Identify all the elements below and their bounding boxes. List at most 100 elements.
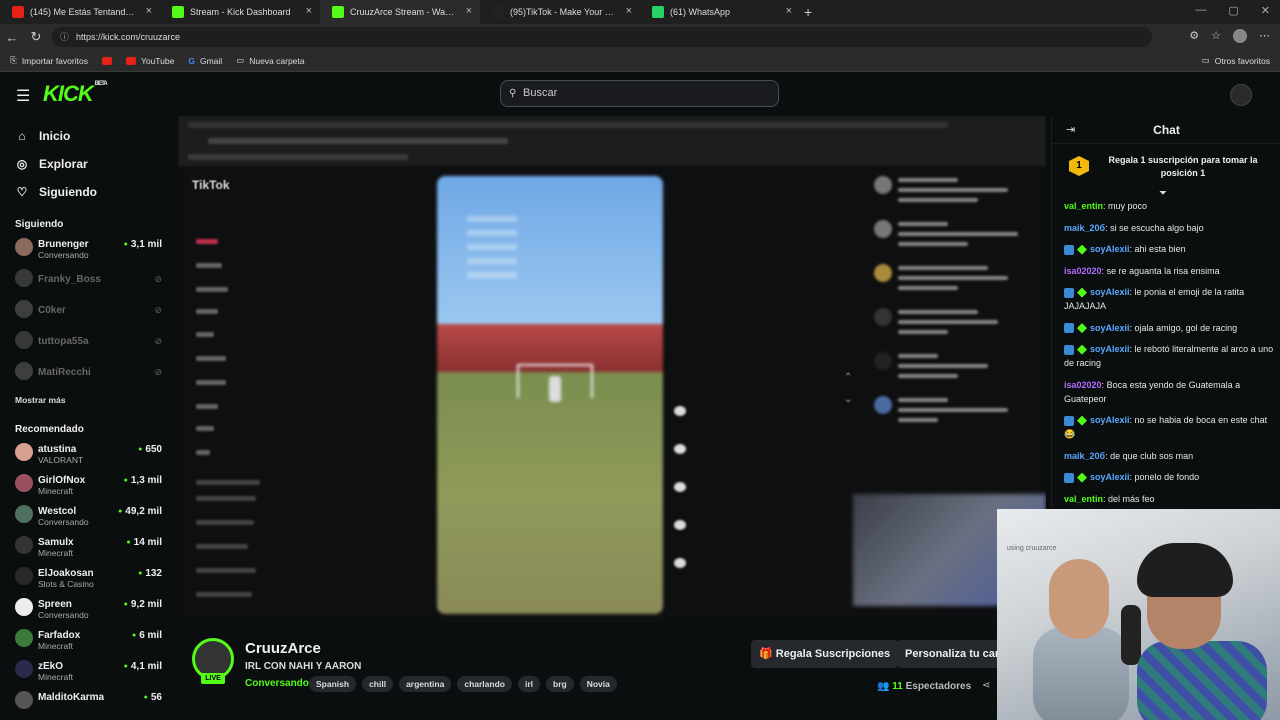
video-player[interactable]: TikTok ⌃ ⌄ <box>178 116 1046 622</box>
close-icon[interactable]: × <box>626 5 632 17</box>
streamer-name[interactable]: CruuzArce <box>245 640 321 657</box>
stream-tag[interactable]: irl <box>517 676 540 692</box>
bookmarks-bar: ⎘ Importar favoritos YouTube G Gmail ▭ Nuev… <box>0 50 1280 72</box>
nav-explorar[interactable]: ◎ Explorar <box>0 150 174 178</box>
verified-badge-icon <box>1064 344 1074 355</box>
channel-avatar <box>15 598 33 616</box>
channel-item[interactable]: WestcolConversando49,2 mil <box>0 501 174 532</box>
import-icon: ⎘ <box>10 55 17 65</box>
close-icon[interactable]: × <box>306 5 312 17</box>
chat-message: isa02020: Boca esta yendo de Guatemala a… <box>1064 379 1241 404</box>
channel-item[interactable]: atustinaVALORANT650 <box>0 439 174 470</box>
chat-message: val_entin: muy poco <box>1064 201 1148 211</box>
channel-item[interactable]: FarfadoxMinecraft6 mil <box>0 625 174 656</box>
channel-item[interactable]: zEkOMinecraft4,1 mil <box>0 656 174 687</box>
home-icon: ⌂ <box>18 129 26 143</box>
channel-item[interactable]: MatiRecchi ⊘ <box>0 358 174 389</box>
bookmark-youtube[interactable]: YouTube <box>125 56 174 66</box>
close-window-icon[interactable]: ✕ <box>1261 4 1270 17</box>
tab-favicon-icon <box>12 6 24 18</box>
tab-favicon-icon <box>172 6 184 18</box>
chat-title: Chat <box>1153 123 1180 137</box>
user-avatar[interactable] <box>1230 84 1252 106</box>
favorites-icon[interactable]: ☆ <box>1211 29 1221 43</box>
channel-item[interactable]: MalditoKarma56 <box>0 687 174 718</box>
stream-tag[interactable]: chill <box>362 676 394 692</box>
browser-tab[interactable]: (95)TikTok - Make Your Day × <box>480 0 640 24</box>
live-badge: LIVE <box>201 673 225 684</box>
channel-viewers: 650 <box>138 444 162 455</box>
chat-username[interactable]: soyAlexii <box>1090 344 1130 354</box>
chat-username[interactable]: soyAlexii <box>1090 415 1130 425</box>
url-field[interactable]: ⓘ https://kick.com/cruuzarce <box>52 27 1152 47</box>
chat-username[interactable]: isa02020 <box>1064 380 1102 390</box>
reload-icon[interactable]: ↻ <box>24 29 48 45</box>
nav-inicio[interactable]: ⌂ Inicio <box>0 122 174 150</box>
browser-tab[interactable]: (61) WhatsApp × <box>640 0 800 24</box>
kick-logo[interactable]: KICK BETA <box>43 81 108 107</box>
share-icon[interactable]: ⋖ <box>982 680 990 691</box>
channel-item[interactable]: C0ker ⊘ <box>0 296 174 327</box>
browser-tab[interactable]: (145) Me Estás Tentando ( Turreo× <box>0 0 160 24</box>
channel-viewers: 6 mil <box>132 630 162 641</box>
chat-username[interactable]: soyAlexii <box>1090 244 1130 254</box>
channel-item[interactable]: tuttopa55a ⊘ <box>0 327 174 358</box>
new-tab-icon[interactable]: + <box>804 4 812 20</box>
subscriber-badge-icon <box>1077 344 1087 355</box>
gift-subscriptions-button[interactable]: 🎁 Regala Suscripciones <box>751 640 899 668</box>
chat-username[interactable]: maik_20б <box>1064 223 1105 233</box>
chat-username[interactable]: soyAlexii <box>1090 472 1130 482</box>
search-input[interactable]: ⚲ Buscar <box>500 80 779 107</box>
browser-tab[interactable]: CruuzArce Stream - Watch Live o× <box>320 0 480 24</box>
chat-username[interactable]: soyAlexii <box>1090 287 1130 297</box>
more-menu-icon[interactable]: ⋯ <box>1259 29 1270 43</box>
chat-username[interactable]: isa02020 <box>1064 266 1102 276</box>
chat-username[interactable]: val_entin <box>1064 201 1103 211</box>
channel-category: Minecraft <box>38 548 73 558</box>
channel-item[interactable]: ElJoakosanSlots & Casino132 <box>0 563 174 594</box>
nav-siguiendo[interactable]: ♡ Siguiendo <box>0 178 174 206</box>
close-icon[interactable]: × <box>466 5 472 17</box>
stream-category[interactable]: Conversando <box>245 678 309 689</box>
pinned-gift-banner[interactable]: 1 Regala 1 suscripción para tomar la pos… <box>1052 144 1280 199</box>
extensions-icon[interactable]: ⚙ <box>1189 29 1199 43</box>
stream-tag[interactable]: argentina <box>399 676 452 692</box>
bookmark-folder[interactable]: ▭ Nueva carpeta <box>236 55 304 66</box>
bookmark-unnamed[interactable] <box>101 56 112 65</box>
chat-username[interactable]: maik_20б <box>1064 451 1105 461</box>
bookmark-gmail[interactable]: G Gmail <box>188 56 222 66</box>
chevron-down-icon[interactable]: ⏷ <box>1159 188 1167 199</box>
verified-badge-icon <box>1064 244 1074 255</box>
channel-item[interactable]: SpreenConversando9,2 mil <box>0 594 174 625</box>
channel-category: Conversando <box>38 517 89 527</box>
close-icon[interactable]: × <box>786 5 792 17</box>
other-bookmarks[interactable]: ▭ Otros favoritos <box>1202 55 1270 66</box>
chat-message: soyAlexii: ponelo de fondo <box>1064 470 1276 484</box>
show-more-button[interactable]: Mostrar más <box>0 389 174 411</box>
stream-tag[interactable]: charlando <box>457 676 512 692</box>
profile-icon[interactable] <box>1233 29 1247 43</box>
stream-tag[interactable]: brg <box>546 676 574 692</box>
browser-tab[interactable]: Stream - Kick Dashboard × <box>160 0 320 24</box>
channel-item[interactable]: GirlOfNoxMinecraft1,3 mil <box>0 470 174 501</box>
channel-category: VALORANT <box>38 455 84 465</box>
maximize-icon[interactable]: ▢ <box>1228 4 1238 17</box>
stream-tag[interactable]: Novia <box>579 676 617 692</box>
bookmark-import[interactable]: ⎘ Importar favoritos <box>10 55 88 66</box>
verified-badge-icon <box>1064 323 1074 334</box>
menu-icon[interactable]: ☰ <box>16 86 30 106</box>
channel-item[interactable]: BrunengerConversando3,1 mil <box>0 234 174 265</box>
chat-text: del más feo <box>1108 493 1155 504</box>
channel-item[interactable]: SamulxMinecraft14 mil <box>0 532 174 563</box>
facecam-overlay: using cruuzarce <box>997 509 1280 720</box>
minimize-icon[interactable]: — <box>1195 4 1206 17</box>
channel-avatar <box>15 691 33 709</box>
chat-username[interactable]: val_entin <box>1064 494 1103 504</box>
close-icon[interactable]: × <box>146 5 152 17</box>
stream-tag[interactable]: Spanish <box>309 676 357 692</box>
channel-item[interactable]: Franky_Boss ⊘ <box>0 265 174 296</box>
chat-username[interactable]: soyAlexii <box>1090 323 1130 333</box>
channel-viewers: 14 mil <box>126 537 162 548</box>
site-info-icon[interactable]: ⓘ <box>60 27 69 47</box>
back-icon[interactable]: ← <box>0 30 24 45</box>
